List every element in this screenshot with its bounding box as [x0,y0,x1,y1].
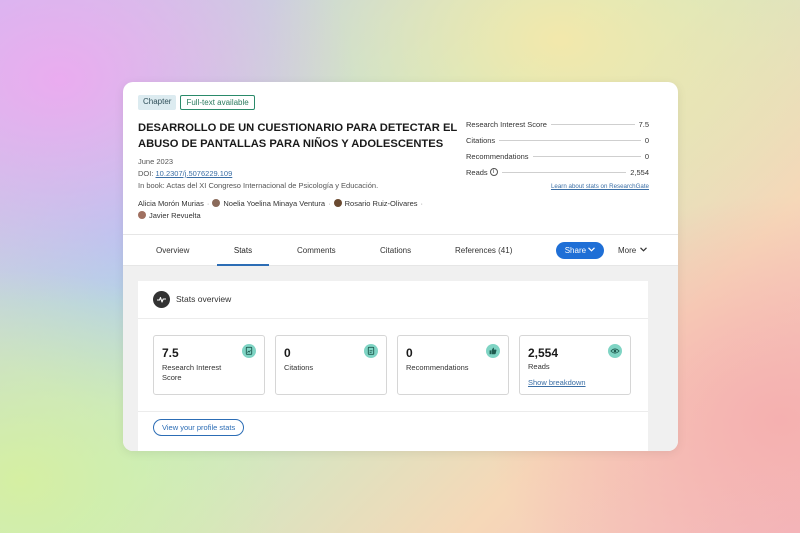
tile-value: 7.5 [162,346,179,360]
stat-row: Research Interest Score 7.5 [466,116,649,132]
stat-label: Research Interest Score [466,119,547,129]
publication-book: In book: Actas del XI Congreso Internaci… [138,181,379,190]
publication-title: DESARROLLO DE UN CUESTIONARIO PARA DETEC… [138,122,458,150]
show-breakdown-link[interactable]: Show breakdown [528,378,586,387]
stat-row: Recommendations 0 [466,148,649,164]
stat-label: Recommendations [466,151,529,161]
author-avatar [333,199,342,207]
tab-citations[interactable]: Citations [380,235,411,266]
stat-value: 0 [644,135,649,145]
fulltext-badge[interactable]: Full-text available [180,95,255,110]
doi-link[interactable]: 10.2307/j.5076229.109 [156,169,233,178]
pulse-icon [153,291,170,308]
more-label: More [618,246,637,255]
view-profile-stats-button[interactable]: View your profile stats [153,419,245,436]
doi-prefix: DOI: [138,169,156,178]
tile-label: Citations [284,363,314,372]
eye-icon [608,344,622,358]
author-link[interactable]: Noelia Yoelina Minaya Ventura [223,199,325,208]
tile-label: Research Interest Score [162,363,222,382]
share-label: Share [564,246,587,255]
stat-value: 0 [644,151,649,161]
chevron-down-icon [640,247,648,252]
stat-label: Reads [466,167,488,177]
author-link[interactable]: Javier Revuelta [149,211,201,220]
author-avatar [138,211,146,219]
stats-section: Stats overview 7.5 Research Interest Sco… [123,266,678,451]
author-avatar [212,199,221,207]
publication-card: Chapter Full-text available DESARROLLO D… [123,82,678,451]
document-chart-icon [242,344,256,358]
stat-tile-citations: 0 Citations [275,335,387,395]
stat-tile-reads: 2,554 Reads Show breakdown [519,335,631,395]
tab-overview[interactable]: Overview [156,235,189,266]
stat-tile-recommendations: 0 Recommendations [397,335,509,395]
authors-list: Alicia Morón Murias · Noelia Yoelina Minay… [138,199,424,220]
stat-row: Reads i 2,554 [466,164,649,180]
tile-value: 0 [284,346,291,360]
tile-label: Recommendations [406,363,469,372]
publication-header: Chapter Full-text available DESARROLLO D… [123,82,678,234]
info-icon[interactable]: i [489,168,498,176]
publication-date: June 2023 [138,157,174,166]
tab-stats[interactable]: Stats [217,235,269,266]
stat-value: 2,554 [630,167,649,177]
learn-stats-link[interactable]: Learn about stats on ResearchGate [466,183,649,190]
share-button[interactable]: Share [556,242,604,259]
author-link[interactable]: Alicia Morón Murias [138,199,204,208]
stat-label: Citations [466,135,496,145]
stat-tile-research-interest: 7.5 Research Interest Score [153,335,265,395]
tile-value: 2,554 [528,346,559,360]
more-menu[interactable]: More [618,235,648,266]
stat-value: 7.5 [638,119,649,129]
citation-document-icon [364,344,378,358]
publication-doi: DOI: 10.2307/j.5076229.109 [138,169,232,178]
author-link[interactable]: Rosario Ruiz-Olivares [345,199,418,208]
panel-header: Stats overview [138,281,648,319]
chapter-badge: Chapter [138,95,177,110]
panel-divider [138,411,648,412]
tile-value: 0 [406,346,413,360]
tab-references[interactable]: References (41) [455,235,512,266]
tab-bar: Overview Stats Comments Citations Refere… [123,234,678,266]
panel-title: Stats overview [176,294,232,304]
tab-comments[interactable]: Comments [297,235,336,266]
chevron-down-icon [588,247,596,252]
badges: Chapter Full-text available [138,95,255,110]
thumbs-up-icon [486,344,500,358]
summary-stats: Research Interest Score 7.5 Citations 0 Re… [466,116,649,191]
stats-overview-panel: Stats overview 7.5 Research Interest Sco… [138,281,648,451]
stat-row: Citations 0 [466,132,649,148]
tile-label: Reads [528,362,550,371]
